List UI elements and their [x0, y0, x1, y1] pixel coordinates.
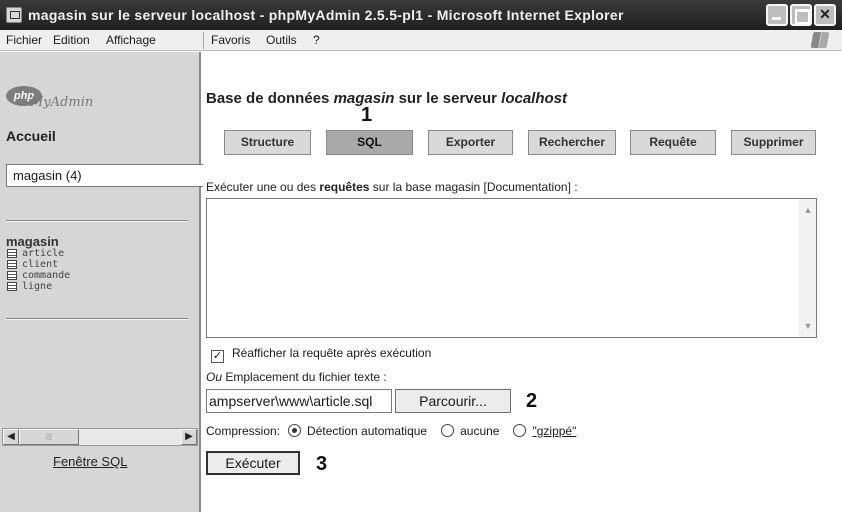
tab-supprimer[interactable]: Supprimer: [731, 130, 816, 155]
divider: [6, 318, 188, 320]
instructions-emphasis: requêtes: [319, 180, 370, 194]
sql-query-textarea[interactable]: [206, 198, 817, 338]
table-item-article[interactable]: article: [6, 248, 70, 259]
browse-button[interactable]: Parcourir...: [395, 389, 511, 413]
table-item-ligne[interactable]: ligne: [6, 281, 70, 292]
instructions-text-end: sur la base magasin [Documentation] :: [372, 180, 578, 194]
compression-options: Compression: Détection automatique aucune "…: [206, 424, 576, 438]
tab-rechercher[interactable]: Rechercher: [528, 130, 616, 155]
execute-button[interactable]: Exécuter: [206, 451, 300, 475]
scroll-right-arrow-icon[interactable]: ▶: [181, 429, 197, 445]
compression-label: Compression:: [206, 424, 281, 438]
page-title: Base de données magasin sur le serveur l…: [206, 90, 567, 107]
tab-requete[interactable]: Requête: [630, 130, 716, 155]
table-icon: [7, 249, 17, 258]
callout-1: 1: [361, 104, 373, 126]
file-label-text: Emplacement du fichier texte :: [225, 370, 387, 384]
menu-divider: [203, 32, 204, 49]
menu-affichage[interactable]: Affichage: [106, 33, 156, 47]
menu-bar: Fichier Edition Affichage Favoris Outils…: [0, 30, 842, 51]
table-item-client[interactable]: client: [6, 259, 70, 270]
table-name: commande: [22, 270, 71, 281]
callout-3: 3: [316, 453, 328, 475]
table-list: article client commande ligne: [6, 248, 70, 292]
radio-none-label: aucune: [460, 424, 500, 438]
menu-help[interactable]: ?: [313, 33, 320, 47]
table-icon: [7, 260, 17, 269]
radio-auto-detect-label: Détection automatique: [307, 424, 428, 438]
redisplay-label: Réafficher la requête après exécution: [232, 346, 432, 360]
windows-logo-icon: [810, 32, 830, 48]
radio-gzip-label: "gzippé": [532, 424, 577, 438]
window-title: magasin sur le serveur localhost - phpMy…: [28, 7, 624, 23]
table-icon: [7, 271, 17, 280]
scroll-up-arrow-icon[interactable]: ▲: [801, 203, 815, 217]
scroll-left-arrow-icon[interactable]: ◀: [3, 429, 19, 445]
tab-structure[interactable]: Structure: [224, 130, 311, 155]
file-label-or: Ou: [206, 370, 223, 384]
close-button[interactable]: ✕: [814, 4, 836, 26]
radio-auto-detect[interactable]: [288, 424, 302, 437]
sql-window-link[interactable]: Fenêtre SQL: [53, 454, 127, 469]
menu-edition[interactable]: Edition: [53, 33, 90, 47]
title-server: localhost: [501, 90, 568, 107]
file-path-input[interactable]: ampserver\www\article.sql: [206, 389, 392, 413]
callout-2: 2: [526, 390, 538, 412]
maximize-button[interactable]: [790, 4, 812, 26]
table-item-commande[interactable]: commande: [6, 270, 70, 281]
redisplay-checkbox[interactable]: ✓: [211, 350, 224, 363]
scrollbar-thumb[interactable]: |||: [19, 429, 79, 445]
left-navigation-frame: php MyAdmin Accueil magasin (4) magasin …: [0, 52, 206, 512]
title-middle: sur le serveur: [398, 90, 497, 107]
divider: [6, 220, 188, 222]
minimize-button[interactable]: [766, 4, 788, 26]
query-instructions: Exécuter une ou des requêtes sur la base…: [206, 180, 578, 194]
database-name-link[interactable]: magasin: [6, 234, 59, 249]
main-content-frame: Base de données magasin sur le serveur l…: [203, 52, 842, 512]
scroll-down-arrow-icon[interactable]: ▼: [801, 319, 815, 333]
logo-text: MyAdmin: [30, 95, 94, 110]
file-location-label: Ou Emplacement du fichier texte :: [206, 370, 387, 384]
table-name: client: [22, 259, 59, 270]
menu-fichier[interactable]: Fichier: [6, 33, 42, 47]
database-select[interactable]: magasin (4): [6, 164, 206, 187]
menu-favoris[interactable]: Favoris: [211, 33, 250, 47]
radio-none[interactable]: [441, 424, 455, 437]
tab-exporter[interactable]: Exporter: [428, 130, 513, 155]
title-bar: magasin sur le serveur localhost - phpMy…: [0, 0, 842, 30]
menu-outils[interactable]: Outils: [266, 33, 297, 47]
table-icon: [7, 282, 17, 291]
home-link[interactable]: Accueil: [6, 128, 56, 144]
internet-explorer-icon: [6, 7, 22, 23]
horizontal-scrollbar[interactable]: ◀ ||| ▶: [2, 428, 198, 446]
textarea-scrollbar[interactable]: ▲ ▼: [799, 199, 816, 337]
instructions-text: Exécuter une ou des: [206, 180, 317, 194]
table-name: article: [22, 248, 65, 259]
title-prefix: Base de données: [206, 90, 330, 107]
redisplay-option: ✓ Réafficher la requête après exécution: [211, 346, 431, 363]
tab-sql[interactable]: SQL: [326, 130, 413, 155]
table-name: ligne: [22, 281, 53, 292]
radio-gzip[interactable]: [513, 424, 527, 437]
